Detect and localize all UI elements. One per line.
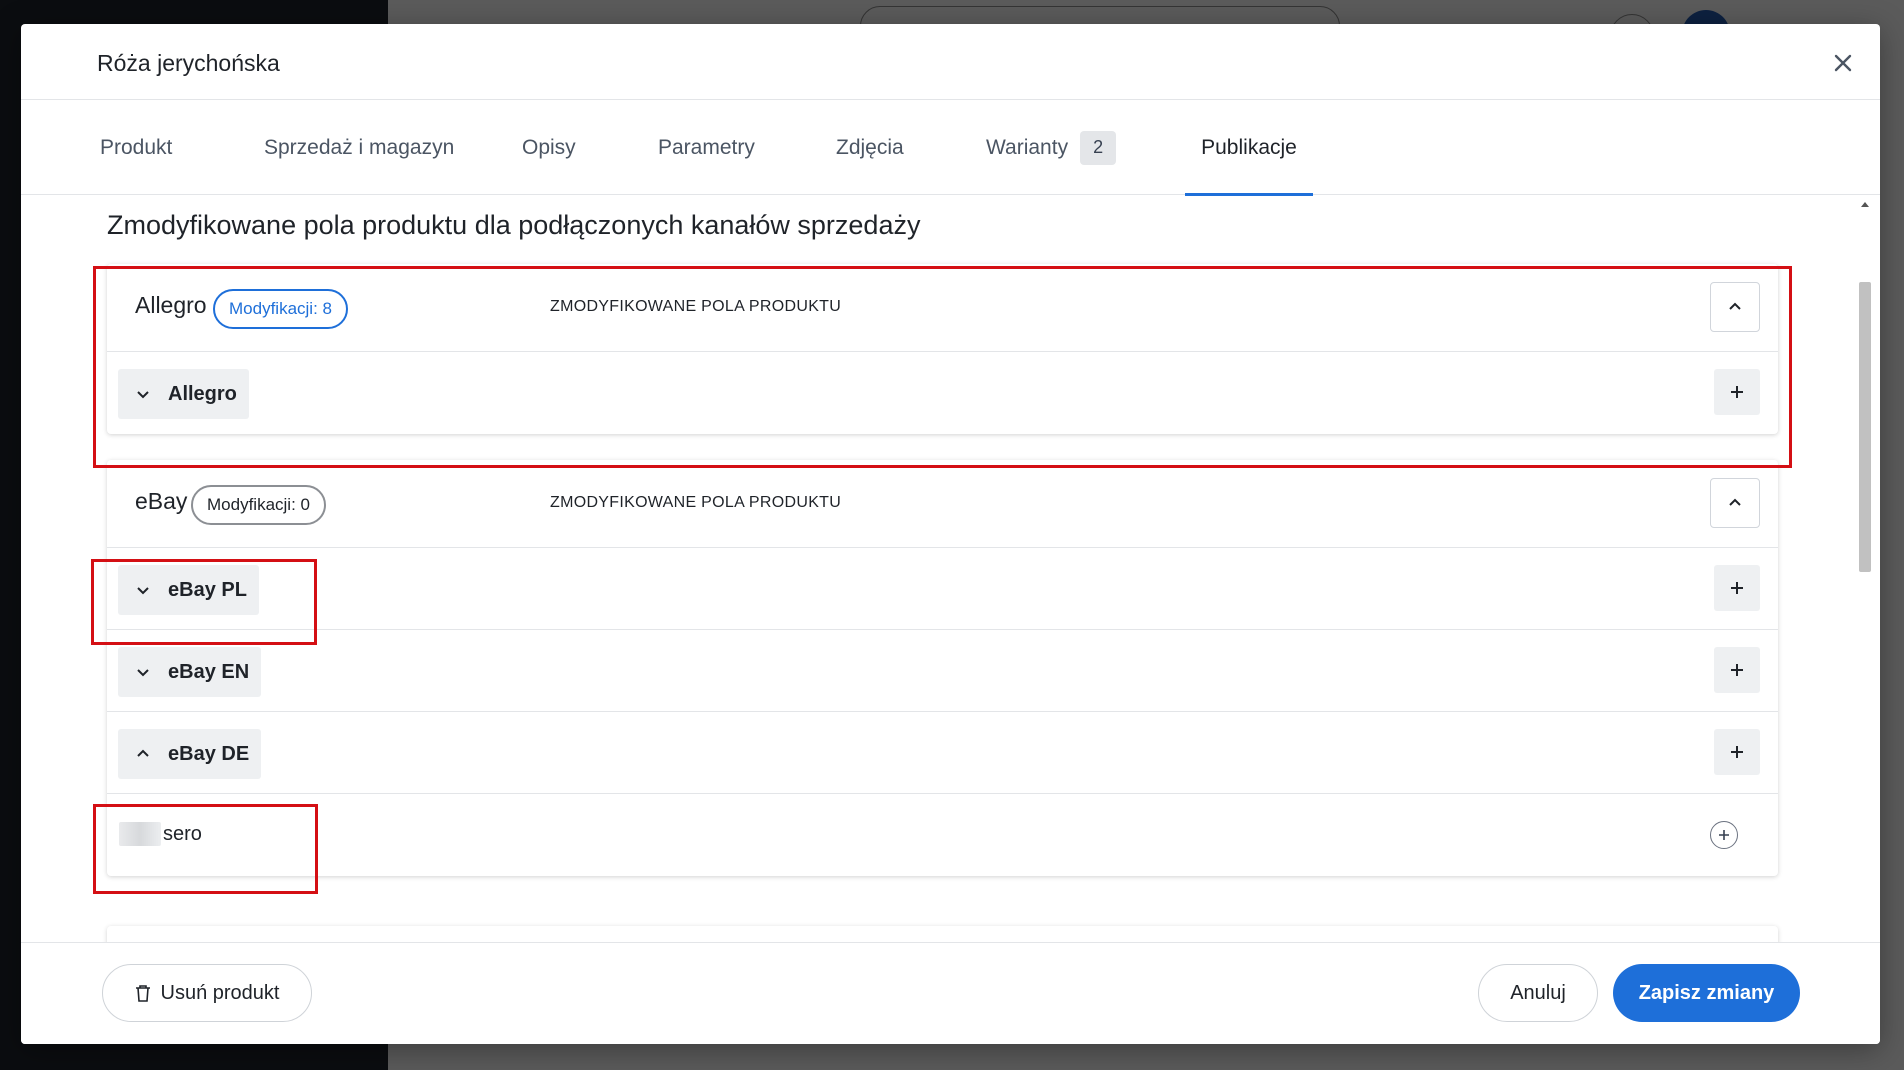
channel-name: eBay — [135, 488, 188, 514]
tab-opisy[interactable]: Opisy — [507, 100, 591, 195]
chevron-down-icon — [136, 585, 150, 595]
trash-icon — [135, 984, 151, 1002]
marketplace-toggle-ebay-en[interactable]: eBay EN — [118, 647, 262, 697]
channel-card-allegro: Allegro Modyfikacji: 8 ZMODYFIKOWANE POL… — [107, 264, 1778, 434]
delete-product-label: Usuń produkt — [160, 981, 280, 1004]
channel-card-ebay: eBay Modyfikacji: 0 ZMODYFIKOWANE POLA P… — [107, 460, 1778, 876]
close-button[interactable] — [1826, 46, 1860, 80]
modifications-badge: Modyfikacji: 0 — [191, 485, 326, 525]
chevron-up-icon — [1729, 498, 1741, 506]
tab-label: Parametry — [658, 135, 755, 159]
scroll-up-arrow[interactable] — [1861, 202, 1869, 207]
tab-parametry[interactable]: Parametry — [643, 100, 770, 195]
delete-product-button[interactable]: Usuń produkt — [102, 964, 312, 1022]
tab-label: Produkt — [100, 135, 173, 159]
tab-label: Publikacje — [1201, 135, 1297, 159]
add-field-button[interactable] — [1714, 369, 1760, 415]
cancel-button[interactable]: Anuluj — [1478, 964, 1598, 1022]
chevron-down-icon — [136, 389, 150, 399]
section-title: Zmodyfikowane pola produktu dla podłączo… — [107, 210, 921, 240]
collapse-button[interactable] — [1710, 282, 1760, 332]
marketplace-toggle-ebay-de[interactable]: eBay DE — [118, 729, 262, 779]
modal-header: Róża jerychońska — [21, 24, 1880, 100]
tab-bar: Produkt Sprzedaż i magazyn Opisy Paramet… — [21, 100, 1880, 196]
plus-icon — [1731, 746, 1743, 758]
plus-icon — [1731, 664, 1743, 676]
add-field-button[interactable] — [1714, 565, 1760, 611]
add-field-button[interactable] — [1714, 647, 1760, 693]
plus-icon — [1731, 386, 1743, 398]
tab-label: Sprzedaż i magazyn — [264, 135, 455, 159]
channel-card-header: eBay Modyfikacji: 0 ZMODYFIKOWANE POLA P… — [107, 460, 1778, 548]
chevron-down-icon — [136, 667, 150, 677]
close-icon — [1834, 54, 1852, 72]
marketplace-row: eBay DE — [107, 712, 1778, 794]
collapse-button[interactable] — [1710, 478, 1760, 528]
tab-label: Warianty — [986, 135, 1069, 159]
tab-label: Opisy — [522, 135, 576, 159]
marketplace-label: eBay PL — [168, 578, 247, 601]
chevron-up-icon — [1729, 302, 1741, 310]
cancel-label: Anuluj — [1510, 981, 1566, 1004]
modifications-badge: Modyfikacji: 8 — [213, 289, 348, 329]
modified-fields-label: ZMODYFIKOWANE POLA PRODUKTU — [550, 494, 842, 511]
redacted-text — [119, 822, 161, 846]
variants-count-badge: 2 — [1080, 130, 1117, 165]
modal-footer: Usuń produkt Anuluj Zapisz zmiany — [21, 942, 1880, 1044]
save-changes-button[interactable]: Zapisz zmiany — [1613, 964, 1800, 1022]
marketplace-label: eBay DE — [168, 742, 250, 765]
marketplace-row: eBay PL — [107, 548, 1778, 630]
save-changes-label: Zapisz zmiany — [1638, 981, 1775, 1004]
scroll-thumb[interactable] — [1859, 282, 1871, 572]
modified-fields-label: ZMODYFIKOWANE POLA PRODUKTU — [550, 298, 842, 315]
marketplace-row: Allegro — [107, 352, 1778, 434]
plus-circle-icon — [1719, 830, 1729, 840]
marketplace-row: eBay EN — [107, 630, 1778, 712]
tab-label: Zdjęcia — [836, 135, 904, 159]
tab-warianty[interactable]: Warianty 2 — [971, 100, 1131, 195]
plus-icon — [1731, 582, 1743, 594]
chevron-up-icon — [136, 749, 150, 759]
modal-title: Róża jerychońska — [97, 50, 280, 76]
add-account-field-button[interactable] — [1710, 821, 1738, 849]
account-row: sero — [107, 794, 1778, 876]
channel-name: Allegro — [135, 292, 207, 318]
marketplace-toggle-ebay-pl[interactable]: eBay PL — [118, 565, 259, 615]
channel-card-next — [107, 926, 1778, 942]
marketplace-label: eBay EN — [168, 660, 250, 683]
channel-card-header: Allegro Modyfikacji: 8 ZMODYFIKOWANE POL… — [107, 264, 1778, 352]
add-field-button[interactable] — [1714, 729, 1760, 775]
tab-produkt[interactable]: Produkt — [85, 100, 187, 195]
marketplace-label: Allegro — [168, 382, 237, 405]
account-name: sero — [119, 822, 202, 846]
publications-content: Zmodyfikowane pola produktu dla podłączo… — [21, 196, 1880, 942]
content-scrollbar[interactable] — [1858, 196, 1872, 942]
product-modal: Róża jerychońska Produkt Sprzedaż i maga… — [21, 24, 1880, 1044]
tab-sprzedaz-i-magazyn[interactable]: Sprzedaż i magazyn — [249, 100, 469, 195]
tab-zdjecia[interactable]: Zdjęcia — [821, 100, 919, 195]
tab-publikacje[interactable]: Publikacje — [1185, 100, 1313, 196]
marketplace-toggle-allegro[interactable]: Allegro — [118, 369, 249, 419]
account-name-label: sero — [163, 822, 202, 845]
